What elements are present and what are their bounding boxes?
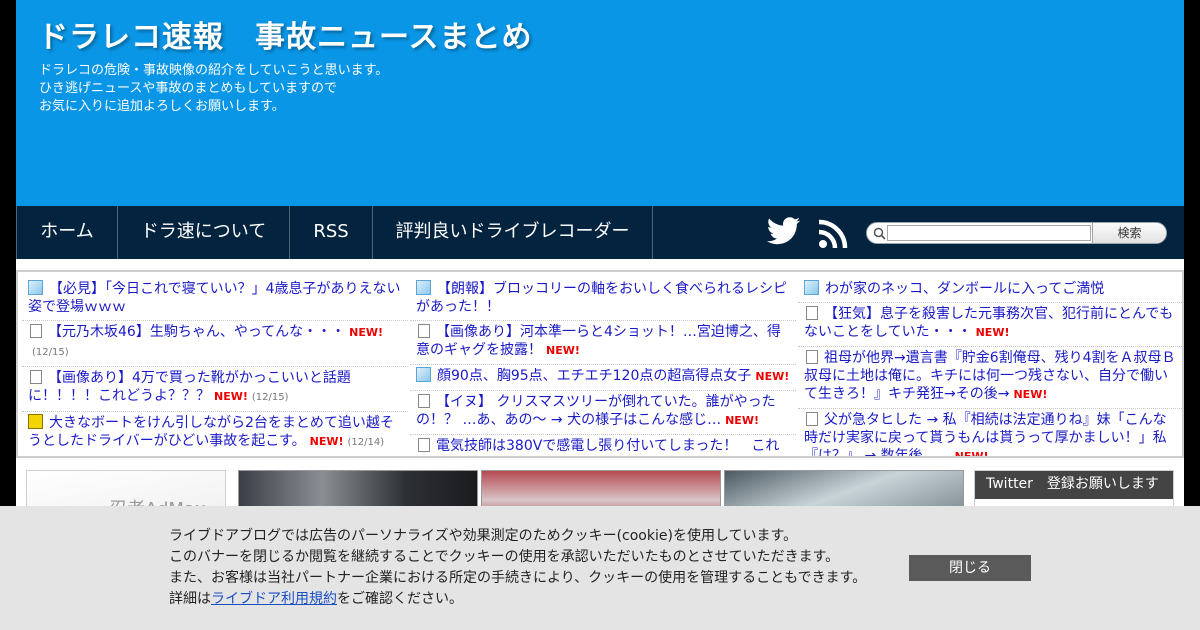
document-icon [418, 394, 430, 408]
new-badge: NEW! [975, 326, 1010, 339]
cookie-line: また、お客様は当社パートナー企業における所定の手続きにより、クッキーの使用を管理… [169, 570, 867, 586]
blog-icon [804, 280, 819, 295]
new-badge: NEW! [349, 326, 383, 339]
document-icon [806, 350, 818, 364]
antenna-link-item[interactable]: わが家のネッコ、ダンボールに入ってご満悦 [798, 278, 1182, 303]
antenna-link-item[interactable]: 【画像あり】4万で買った靴がかっこいいと話題に！！！！これどうよ？？？ NEW!(… [22, 367, 408, 412]
cookie-line: このバナーを閉じるか閲覧を継続することでクッキーの使用を承認いただいたものとさせ… [169, 549, 840, 565]
cookie-detail-prefix: 詳細は [169, 591, 211, 607]
description-line: お気に入りに追加よろしくお願いします。 [39, 99, 285, 114]
new-badge: NEW! [954, 450, 989, 458]
rss-icon[interactable] [818, 219, 848, 249]
antenna-link-item[interactable]: 顔90点、胸95点、エチエチ120点の超高得点女子 NEW! [410, 365, 796, 391]
document-icon [806, 306, 818, 320]
antenna-link-title[interactable]: 祖母が他界→遺言書『貯金6割俺母、残り4割をＡ叔母Ｂ叔母に土地は俺に。キチには何… [804, 350, 1176, 402]
antenna-link-item[interactable]: 祖母が他界→遺言書『貯金6割俺母、残り4割をＡ叔母Ｂ叔母に土地は俺に。キチには何… [798, 347, 1182, 409]
twitter-icon[interactable] [767, 216, 801, 246]
nav-home[interactable]: ホーム [16, 206, 118, 259]
antenna-link-title[interactable]: 【必見】「今日これで寝ていい？」4歳息子がありえない姿で登場ｗｗｗ [28, 281, 401, 315]
warning-icon [28, 414, 43, 429]
twitter-widget-heading: Twitter 登録お願いします [975, 471, 1173, 499]
antenna-link-title[interactable]: 【画像あり】4万で買った靴がかっこいいと話題に！！！！これどうよ？？？ [28, 370, 351, 404]
antenna-link-item[interactable]: 【必見】「今日これで寝ていい？」4歳息子がありえない姿で登場ｗｗｗ [22, 278, 408, 321]
search-button[interactable]: 検索 [1092, 223, 1166, 243]
antenna-column: わが家のネッコ、ダンボールに入ってご満悦【狂気】息子を殺害した元事務次官、犯行前… [798, 278, 1182, 458]
cookie-banner: ライブドアブログでは広告のパーソナライズや効果測定のためクッキー(cookie)… [0, 506, 1200, 630]
antenna-link-title[interactable]: 【イヌ】 クリスマスツリーが倒れていた。誰がやったの！？ …あ、あの～ → 犬の… [416, 394, 776, 428]
nav-rss[interactable]: RSS [289, 206, 373, 259]
description-line: ひき逃げニュースや事故のまとめもしていますので [39, 81, 337, 96]
antenna-link-title[interactable]: 顔90点、胸95点、エチエチ120点の超高得点女子 [437, 368, 751, 384]
new-badge: NEW! [546, 344, 580, 357]
search-form: 検索 [866, 222, 1167, 244]
blog-icon [416, 280, 431, 295]
blog-icon [28, 280, 43, 295]
cookie-message: ライブドアブログでは広告のパーソナライズや効果測定のためクッキー(cookie)… [169, 526, 866, 610]
antenna-link-item[interactable]: 【画像あり】河本準一らと4ショット！…宮迫博之、得意のギャグを披露！ NEW! [410, 321, 796, 365]
antenna-link-item[interactable]: 【元乃木坂46】生駒ちゃん、やってんな・・・ NEW! (12/15) [22, 321, 408, 367]
antenna-column: 【必見】「今日これで寝ていい？」4歳息子がありえない姿で登場ｗｗｗ 【元乃木坂46… [22, 278, 408, 456]
new-badge: NEW! [214, 390, 248, 403]
document-icon [30, 324, 42, 338]
site-description: ドラレコの危険・事故映像の紹介をしていこうと思います。 ひき逃げニュースや事故の… [39, 62, 388, 116]
search-icon [873, 227, 886, 240]
antenna-link-item[interactable]: 【朗報】ブロッコリーの軸をおいしく食べられるレシピがあった！！ [410, 278, 796, 321]
nav-about[interactable]: ドラ速について [117, 206, 290, 259]
antenna-link-title[interactable]: 電気技師は380Vで感電し張り付いてしまった！ これは [416, 438, 779, 456]
cookie-line: ライブドアブログでは広告のパーソナライズや効果測定のためクッキー(cookie)… [169, 528, 798, 544]
antenna-link-title[interactable]: 【朗報】ブロッコリーの軸をおいしく食べられるレシピがあった！！ [416, 281, 787, 315]
new-badge: NEW! [755, 370, 790, 383]
description-line: ドラレコの危険・事故映像の紹介をしていこうと思います。 [39, 63, 389, 78]
new-badge: NEW! [725, 414, 759, 427]
new-badge: NEW! [309, 435, 344, 448]
document-icon [30, 370, 42, 384]
site-header: ドラレコ速報 事故ニュースまとめ ドラレコの危険・事故映像の紹介をしていこうと思… [16, 0, 1184, 206]
antenna-link-item[interactable]: 父が急タヒした → 私『相続は法定通りね』妹「こんな時だけ実家に戻って貰うもんは… [798, 409, 1182, 458]
antenna-link-title[interactable]: わが家のネッコ、ダンボールに入ってご満悦 [825, 281, 1104, 297]
new-badge: NEW! [1013, 388, 1048, 401]
antenna-links: 【必見】「今日これで寝ていい？」4歳息子がありえない姿で登場ｗｗｗ 【元乃木坂46… [16, 270, 1184, 458]
terms-link[interactable]: ライブドア利用規約 [211, 591, 337, 607]
document-icon [418, 438, 430, 452]
post-date: (12/15) [32, 347, 69, 358]
nav-drive-recorder[interactable]: 評判良いドライブレコーダー [372, 206, 653, 259]
post-date: (12/15) [251, 392, 289, 403]
blog-icon [416, 367, 431, 382]
antenna-link-title[interactable]: 【画像あり】河本準一らと4ショット！…宮迫博之、得意のギャグを披露！ [416, 324, 781, 358]
search-input[interactable] [887, 225, 1091, 241]
antenna-link-item[interactable]: 電気技師は380Vで感電し張り付いてしまった！ これは [410, 435, 796, 456]
close-button[interactable]: 閉じる [909, 555, 1031, 581]
cookie-detail-suffix: をご確認ください。 [337, 591, 463, 607]
antenna-column: 【朗報】ブロッコリーの軸をおいしく食べられるレシピがあった！！ 【画像あり】河本準… [410, 278, 796, 456]
antenna-link-title[interactable]: 【元乃木坂46】生駒ちゃん、やってんな・・・ [48, 324, 345, 340]
antenna-link-item[interactable]: 【狂気】息子を殺害した元事務次官、犯行前にとんでもないことをしていた・・・ NEW… [798, 303, 1182, 347]
cookie-detail-line: 詳細はライブドア利用規約をご確認ください。 [169, 589, 866, 610]
antenna-link-item[interactable]: 【イヌ】 クリスマスツリーが倒れていた。誰がやったの！？ …あ、あの～ → 犬の… [410, 391, 796, 435]
antenna-link-item[interactable]: 大きなボートをけん引しながら2台をまとめて追い越そうとしたドライバーがひどい事故… [22, 412, 408, 456]
post-date: (12/14) [347, 437, 385, 448]
document-icon [418, 324, 430, 338]
site-title[interactable]: ドラレコ速報 事故ニュースまとめ [38, 12, 533, 56]
document-icon [806, 412, 818, 426]
